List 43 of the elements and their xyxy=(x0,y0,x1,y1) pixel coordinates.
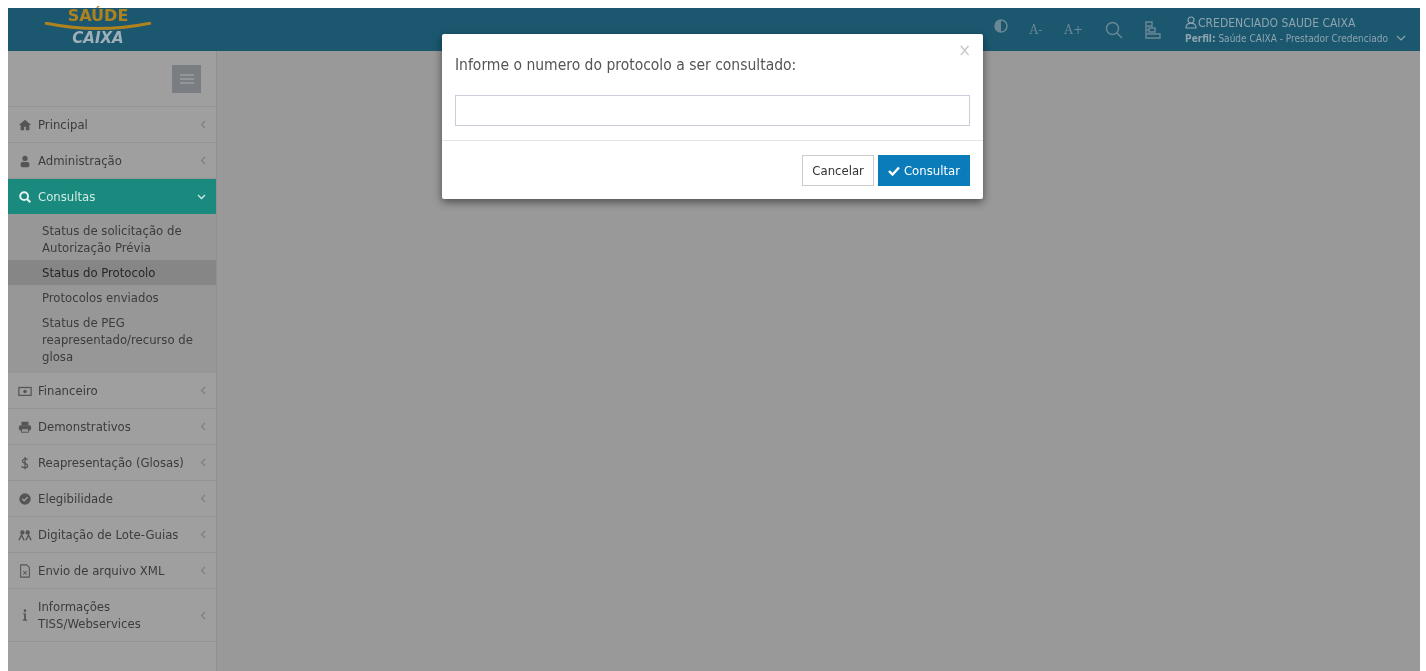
sidebar-item[interactable]: Informações TISS/Webservices xyxy=(8,589,216,642)
people-icon xyxy=(18,527,32,542)
sidebar-item[interactable]: Digitação de Lote-Guias xyxy=(8,517,216,553)
profile-text[interactable]: Perfil: Saúde CAIXA - Prestador Credenciado xyxy=(1185,32,1388,44)
user-icon xyxy=(1185,16,1198,29)
chevron-left-icon xyxy=(200,610,206,620)
chevron-left-icon xyxy=(200,422,206,431)
submenu-item[interactable]: Status do Protocolo xyxy=(8,260,216,285)
chevron-left-icon xyxy=(200,494,206,503)
sitemap-icon[interactable] xyxy=(1145,20,1162,39)
sidebar-item[interactable]: Demonstrativos xyxy=(8,409,216,445)
protocol-number-field[interactable] xyxy=(455,95,970,126)
person-icon xyxy=(18,153,32,168)
house-icon xyxy=(18,117,32,132)
user-name[interactable]: CREDENCIADO SAUDE CAIXA xyxy=(1198,15,1356,30)
contrast-icon[interactable] xyxy=(993,18,1008,33)
chevron-down-icon[interactable] xyxy=(1396,35,1406,41)
sidebar-item[interactable]: Consultas xyxy=(8,179,216,214)
menu-button[interactable] xyxy=(172,64,201,93)
chevron-left-icon xyxy=(200,458,206,467)
printer-icon xyxy=(18,419,32,434)
dialog-message: Informe o numero do protocolo a ser consultado: xyxy=(455,56,798,74)
search-icon xyxy=(18,189,32,204)
sidebar-item[interactable]: Principal xyxy=(8,107,216,143)
cancel-button[interactable]: Cancelar xyxy=(802,155,874,186)
chevron-down-icon xyxy=(197,193,206,200)
logo-arc-icon xyxy=(43,22,153,30)
check-icon xyxy=(887,165,900,176)
chevron-left-icon xyxy=(200,530,206,539)
sidebar-item[interactable]: Elegibilidade xyxy=(8,481,216,517)
check-circle-icon xyxy=(18,491,32,506)
menu-icon xyxy=(179,72,194,85)
document-icon xyxy=(18,563,32,578)
logo-text: CAIXA xyxy=(72,30,124,46)
search-icon[interactable] xyxy=(1105,20,1124,39)
chevron-left-icon xyxy=(200,566,206,575)
sidebar-item[interactable]: Financeiro xyxy=(8,373,216,409)
chevron-left-icon xyxy=(200,120,206,129)
chevron-left-icon xyxy=(200,156,206,165)
sidebar-item[interactable]: Envio de arquivo XML xyxy=(8,553,216,589)
chevron-left-icon xyxy=(200,386,206,395)
consult-button[interactable]: Consultar xyxy=(877,155,970,186)
sidebar-item[interactable]: Reapresentação (Glosas) xyxy=(8,445,216,481)
